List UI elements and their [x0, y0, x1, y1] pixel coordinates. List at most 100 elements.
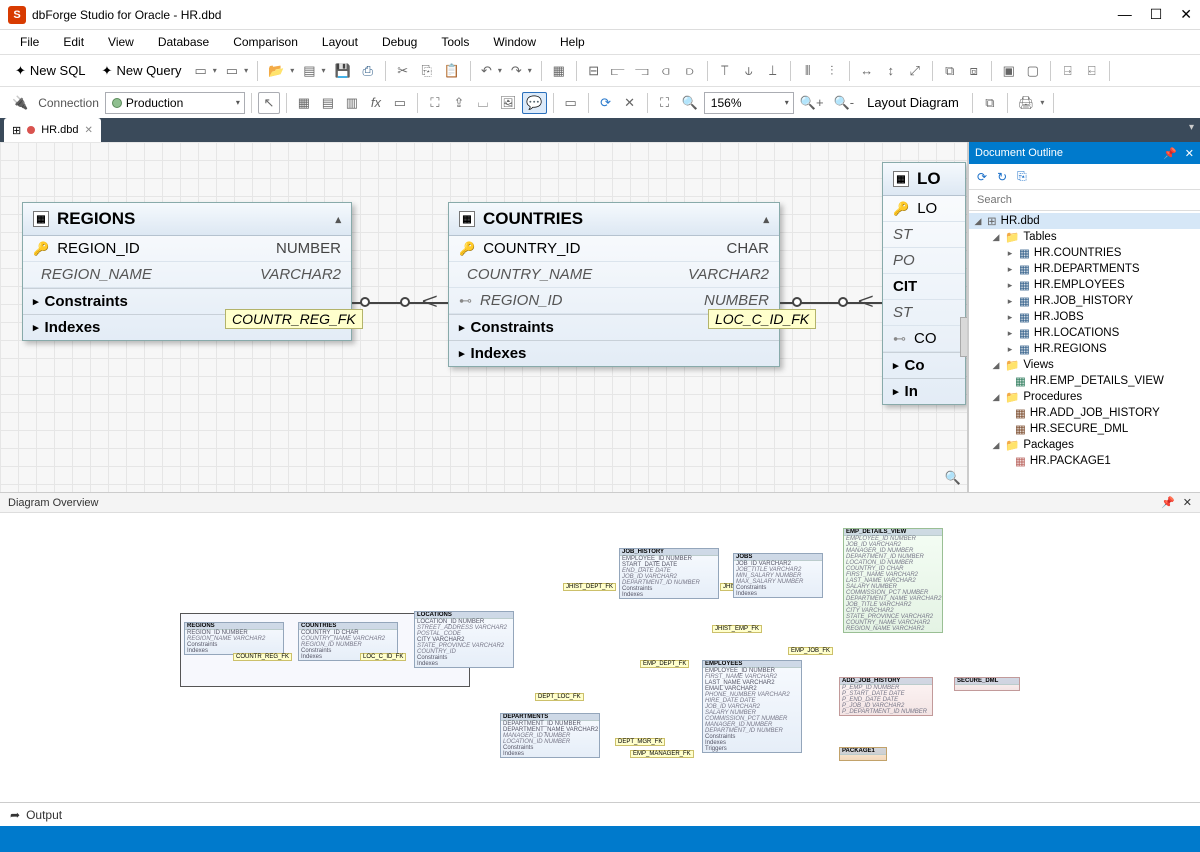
tree-item[interactable]: ▸▦HR.JOB_HISTORY	[969, 293, 1200, 309]
new-query-button[interactable]: ✦New Query	[95, 60, 189, 82]
layout-diagram-button[interactable]: Layout Diagram	[860, 92, 966, 114]
view-tool-icon[interactable]: ▤	[317, 92, 339, 114]
tree-item[interactable]: ▦HR.ADD_JOB_HISTORY	[969, 405, 1200, 421]
distribute-h-icon[interactable]: ⫴	[797, 60, 819, 82]
save-all-button[interactable]: ⎙	[357, 60, 379, 82]
search-canvas-icon[interactable]: 🔍	[945, 470, 961, 486]
section-indexes[interactable]: In	[883, 378, 965, 404]
pointer-tool[interactable]: ↖	[258, 92, 280, 114]
ungroup-icon[interactable]: ⧈	[963, 60, 985, 82]
pin-icon[interactable]: 📌	[1161, 496, 1175, 509]
ov-regions[interactable]: REGIONS REGION_ID NUMBER REGION_NAME VAR…	[184, 622, 284, 655]
section-constraints[interactable]: Co	[883, 352, 965, 378]
tree-folder-procedures[interactable]: ◢📁Procedures	[969, 389, 1200, 405]
magnifier-icon[interactable]: 🔍	[678, 92, 702, 114]
refresh-icon[interactable]: ⟳	[595, 92, 617, 114]
ov-jobs[interactable]: JOBS JOB_ID VARCHAR2 JOB_TITLE VARCHAR2 …	[733, 553, 823, 598]
new2-dropdown[interactable]: ▭	[222, 60, 251, 82]
entity-locations-partial[interactable]: ▦LO 🔑LO ST PO CIT ST ⊷CO Co In	[882, 162, 966, 405]
pin-icon[interactable]: 📌	[1163, 147, 1177, 160]
paste-button[interactable]: 📋	[440, 60, 464, 82]
zoom-combo[interactable]: 156%	[704, 92, 794, 114]
tree-folder-views[interactable]: ◢📁Views	[969, 357, 1200, 373]
delete-icon[interactable]: ✕	[619, 92, 641, 114]
menu-edit[interactable]: Edit	[53, 32, 94, 52]
entity-countries[interactable]: ▦COUNTRIES▴ 🔑COUNTRY_IDCHAR COUNTRY_NAME…	[448, 202, 780, 367]
stamp-icon[interactable]: ⌴	[472, 92, 494, 114]
ov-add-job-history[interactable]: ADD_JOB_HISTORY P_EMP_ID NUMBER P_START_…	[839, 677, 933, 716]
outline-search-input[interactable]	[969, 190, 1200, 211]
ov-locations[interactable]: LOCATIONS LOCATION_ID NUMBER STREET_ADDR…	[414, 611, 514, 668]
tree-folder-tables[interactable]: ◢📁Tables	[969, 229, 1200, 245]
tree-item[interactable]: ▦HR.PACKAGE1	[969, 453, 1200, 469]
align-center-icon[interactable]: ⫍	[607, 60, 629, 82]
output-panel-tab[interactable]: ➦ Output	[0, 802, 1200, 826]
panel-close-icon[interactable]: ✕	[1183, 496, 1192, 509]
refresh-icon[interactable]: ⟳	[977, 170, 987, 184]
new-dropdown[interactable]: ▭	[190, 60, 219, 82]
table-tool-icon[interactable]: ▦	[293, 92, 315, 114]
zoom-fit-icon[interactable]: ⛶	[654, 92, 676, 114]
new-sql-button[interactable]: ✦New SQL	[8, 60, 93, 82]
link-icon[interactable]: ⍈	[1057, 60, 1079, 82]
size-h-icon[interactable]: ↕	[880, 60, 902, 82]
menu-layout[interactable]: Layout	[312, 32, 368, 52]
package-tool-icon[interactable]: ▭	[389, 92, 411, 114]
tree-item[interactable]: ▸▦HR.DEPARTMENTS	[969, 261, 1200, 277]
section-indexes[interactable]: Indexes	[449, 340, 779, 366]
save-button[interactable]: 💾	[331, 60, 355, 82]
tabs-dropdown-icon[interactable]: ▾	[1189, 122, 1194, 133]
distribute-v-icon[interactable]: ⫶	[821, 60, 843, 82]
collapse-icon[interactable]: ▴	[763, 213, 769, 226]
doc-outline-icon[interactable]: ⧉	[979, 92, 1001, 114]
tab-hrdbd[interactable]: ⊞ HR.dbd ✕	[4, 118, 101, 142]
ov-employees[interactable]: EMPLOYEES EMPLOYEE_ID NUMBER FIRST_NAME …	[702, 660, 802, 753]
redo-button[interactable]: ↷	[507, 60, 535, 82]
container-icon[interactable]: ▭	[560, 92, 582, 114]
menu-tools[interactable]: Tools	[431, 32, 479, 52]
comment-icon[interactable]: 💬	[522, 92, 546, 114]
ov-package1[interactable]: PACKAGE1	[839, 747, 887, 761]
ov-job-history[interactable]: JOB_HISTORY EMPLOYEE_ID NUMBER START_DAT…	[619, 548, 719, 599]
size-w-icon[interactable]: ↔	[856, 60, 878, 82]
open2-button[interactable]: ▤	[299, 60, 328, 82]
open-button[interactable]: 📂	[264, 60, 297, 82]
menu-help[interactable]: Help	[550, 32, 595, 52]
tree-folder-packages[interactable]: ◢📁Packages	[969, 437, 1200, 453]
connection-icon[interactable]: 🔌	[8, 92, 32, 114]
size-both-icon[interactable]: ⤢	[904, 60, 926, 82]
group-icon[interactable]: ⧉	[939, 60, 961, 82]
locate-icon[interactable]: ⎘	[1017, 169, 1027, 184]
connection-combo[interactable]: Production	[105, 92, 245, 114]
diagram-canvas[interactable]: ▦REGIONS▴ 🔑REGION_IDNUMBER REGION_NAMEVA…	[0, 142, 968, 492]
link2-icon[interactable]: ⍇	[1081, 60, 1103, 82]
tree-root[interactable]: ◢⊞HR.dbd	[969, 213, 1200, 229]
align-top-icon[interactable]: ⫏	[655, 60, 677, 82]
tree-item[interactable]: ▸▦HR.EMPLOYEES	[969, 277, 1200, 293]
fk-label-countr-reg[interactable]: COUNTR_REG_FK	[225, 309, 363, 329]
print-icon[interactable]: 🖨	[1014, 92, 1048, 114]
close-button[interactable]: ✕	[1180, 6, 1192, 23]
align-b-icon[interactable]: ⟘	[762, 60, 784, 82]
tree-item[interactable]: ▸▦HR.LOCATIONS	[969, 325, 1200, 341]
export-icon[interactable]: ⇪	[448, 92, 470, 114]
grid-icon[interactable]: ▦	[548, 60, 570, 82]
collapse-icon[interactable]: ▴	[335, 213, 341, 226]
diagram-overview[interactable]: REGIONS REGION_ID NUMBER REGION_NAME VAR…	[0, 512, 1200, 802]
fk-label-loc-c-id[interactable]: LOC_C_ID_FK	[708, 309, 816, 329]
menu-file[interactable]: File	[10, 32, 49, 52]
menu-debug[interactable]: Debug	[372, 32, 427, 52]
tree-item[interactable]: ▸▦HR.COUNTRIES	[969, 245, 1200, 261]
menu-window[interactable]: Window	[483, 32, 546, 52]
menu-comparison[interactable]: Comparison	[223, 32, 308, 52]
align-left-icon[interactable]: ⊟	[583, 60, 605, 82]
maximize-button[interactable]: ☐	[1150, 6, 1163, 23]
tree-item[interactable]: ▸▦HR.JOBS	[969, 309, 1200, 325]
fx-icon[interactable]: fx	[365, 92, 387, 114]
zoom-in-icon[interactable]: 🔍+	[796, 92, 828, 114]
cut-button[interactable]: ✂	[392, 60, 414, 82]
reload-icon[interactable]: ↻	[997, 170, 1007, 184]
ov-departments[interactable]: DEPARTMENTS DEPARTMENT_ID NUMBER DEPARTM…	[500, 713, 600, 758]
menu-view[interactable]: View	[98, 32, 144, 52]
ov-emp-details[interactable]: EMP_DETAILS_VIEW EMPLOYEE_ID NUMBER JOB_…	[843, 528, 943, 633]
